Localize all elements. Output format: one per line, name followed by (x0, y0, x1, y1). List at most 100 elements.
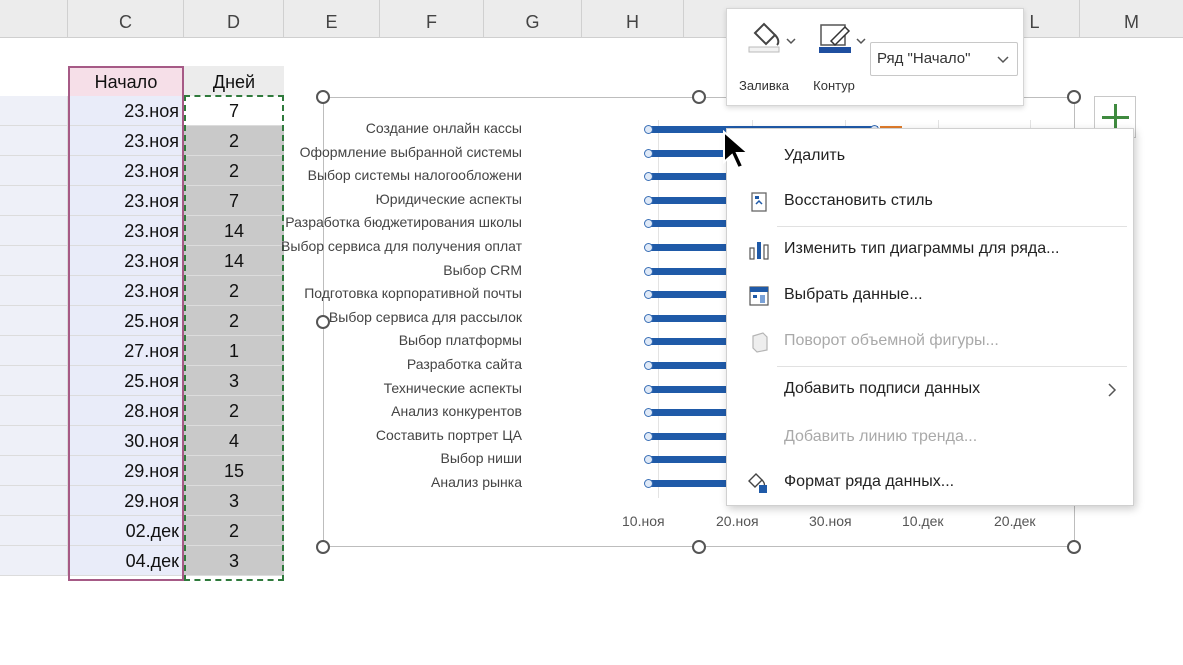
series-selection-point[interactable] (644, 195, 653, 205)
cell-start[interactable]: 23.ноя (68, 276, 184, 306)
column-header-e[interactable]: E (284, 0, 380, 38)
cell-start[interactable]: 25.ноя (68, 306, 184, 336)
cell-days[interactable]: 3 (184, 486, 284, 516)
series-bar[interactable] (650, 244, 730, 251)
series-selector[interactable]: Ряд "Начало" (870, 42, 1018, 76)
column-header-c[interactable]: C (68, 0, 184, 38)
resize-handle-tm[interactable] (692, 90, 706, 104)
cell-b[interactable] (0, 456, 68, 486)
menu-item-reset-style[interactable]: Восстановить стиль (727, 182, 1133, 222)
column-header-m[interactable]: M (1080, 0, 1183, 38)
menu-item-add-trendline[interactable]: Добавить линию тренда... (727, 418, 1133, 458)
series-selection-point[interactable] (644, 148, 653, 158)
series-bar[interactable] (650, 362, 730, 369)
series-bar[interactable] (650, 432, 730, 440)
series-bar[interactable] (650, 267, 730, 275)
cell-b[interactable] (0, 486, 68, 516)
resize-handle-br[interactable] (1067, 540, 1081, 554)
cell-start[interactable]: 23.ноя (68, 186, 184, 216)
cell-b[interactable] (0, 426, 68, 456)
series-bar[interactable] (650, 173, 730, 181)
series-selection-point[interactable] (644, 384, 653, 394)
menu-item-select-data[interactable]: Выбрать данные... (727, 276, 1133, 316)
menu-item-delete[interactable]: Удалить (727, 137, 1133, 177)
outline-button[interactable]: Контур (801, 15, 867, 99)
cell-days[interactable]: 14 (184, 246, 284, 276)
cell-days[interactable]: 7 (184, 96, 284, 126)
cell-b[interactable] (0, 216, 68, 246)
cell-b[interactable] (0, 516, 68, 546)
cell-start[interactable]: 02.дек (68, 516, 184, 546)
cell-b[interactable] (0, 186, 68, 216)
cell-start[interactable]: 23.ноя (68, 96, 184, 126)
cell-days[interactable]: 15 (184, 456, 284, 486)
cell-start[interactable]: 29.ноя (68, 486, 184, 516)
cell-b[interactable] (0, 306, 68, 336)
menu-item-change-chart-type[interactable]: Изменить тип диаграммы для ряда... (727, 230, 1133, 270)
resize-handle-ml[interactable] (316, 315, 330, 329)
cell-days[interactable]: 4 (184, 426, 284, 456)
cell-start[interactable]: 23.ноя (68, 216, 184, 246)
cell-days[interactable]: 7 (184, 186, 284, 216)
cell-days[interactable]: 3 (184, 546, 284, 576)
cell-start[interactable]: 28.ноя (68, 396, 184, 426)
cell-start[interactable]: 04.дек (68, 546, 184, 576)
cell-days[interactable]: 2 (184, 396, 284, 426)
resize-handle-tl[interactable] (316, 90, 330, 104)
column-header-g[interactable]: G (484, 0, 582, 38)
series-selection-point[interactable] (644, 243, 653, 252)
series-bar[interactable] (650, 338, 730, 346)
cell-start[interactable]: 23.ноя (68, 156, 184, 186)
cell-start[interactable]: 27.ноя (68, 336, 184, 366)
column-header-h[interactable]: H (582, 0, 684, 38)
series-bar[interactable] (650, 149, 730, 157)
cell-start[interactable]: 23.ноя (68, 126, 184, 156)
cell-days[interactable]: 3 (184, 366, 284, 396)
cell-b[interactable] (0, 366, 68, 396)
menu-item-format-data-series[interactable]: Формат ряда данных... (727, 463, 1133, 503)
resize-handle-tr[interactable] (1067, 90, 1081, 104)
series-bar[interactable] (650, 196, 730, 204)
header-days[interactable]: Дней (184, 66, 284, 96)
series-bar[interactable] (650, 480, 730, 487)
column-header-f[interactable]: F (380, 0, 484, 38)
series-selection-point[interactable] (644, 361, 653, 370)
cell-days[interactable]: 14 (184, 216, 284, 246)
series-bar[interactable] (650, 409, 730, 417)
resize-handle-bl[interactable] (316, 540, 330, 554)
series-bar[interactable] (650, 456, 730, 464)
cell-b[interactable] (0, 126, 68, 156)
column-header-d[interactable]: D (184, 0, 284, 38)
cell-b[interactable] (0, 96, 68, 126)
series-selection-point[interactable] (644, 313, 653, 323)
resize-handle-bm[interactable] (692, 540, 706, 554)
header-start[interactable]: Начало (68, 66, 184, 96)
cell-start[interactable]: 23.ноя (68, 246, 184, 276)
series-selection-point[interactable] (644, 125, 653, 134)
cell-b[interactable] (0, 156, 68, 186)
series-selection-point[interactable] (644, 431, 653, 441)
cell-b[interactable] (0, 246, 68, 276)
cell-days[interactable]: 2 (184, 276, 284, 306)
cell-start[interactable]: 30.ноя (68, 426, 184, 456)
cell-b[interactable] (0, 396, 68, 426)
series-bar[interactable] (650, 291, 730, 299)
cell-days[interactable]: 2 (184, 126, 284, 156)
series-selection-point[interactable] (644, 479, 653, 488)
cell-b[interactable] (0, 546, 68, 576)
menu-item-3d-rotation[interactable]: Поворот объемной фигуры... (727, 322, 1133, 362)
series-bar[interactable] (650, 220, 730, 228)
cell-start[interactable]: 25.ноя (68, 366, 184, 396)
cell-days[interactable]: 2 (184, 516, 284, 546)
series-bar[interactable] (650, 385, 730, 393)
fill-button[interactable]: Заливка (731, 15, 797, 99)
cell-days[interactable]: 2 (184, 156, 284, 186)
series-bar[interactable] (650, 314, 730, 322)
cell-b[interactable] (0, 276, 68, 306)
cell-b[interactable] (0, 336, 68, 366)
menu-item-add-data-labels[interactable]: Добавить подписи данных (727, 370, 1133, 410)
cell-start[interactable]: 29.ноя (68, 456, 184, 486)
cell-days[interactable]: 1 (184, 336, 284, 366)
series-selection-point[interactable] (644, 266, 653, 276)
cell-days[interactable]: 2 (184, 306, 284, 336)
